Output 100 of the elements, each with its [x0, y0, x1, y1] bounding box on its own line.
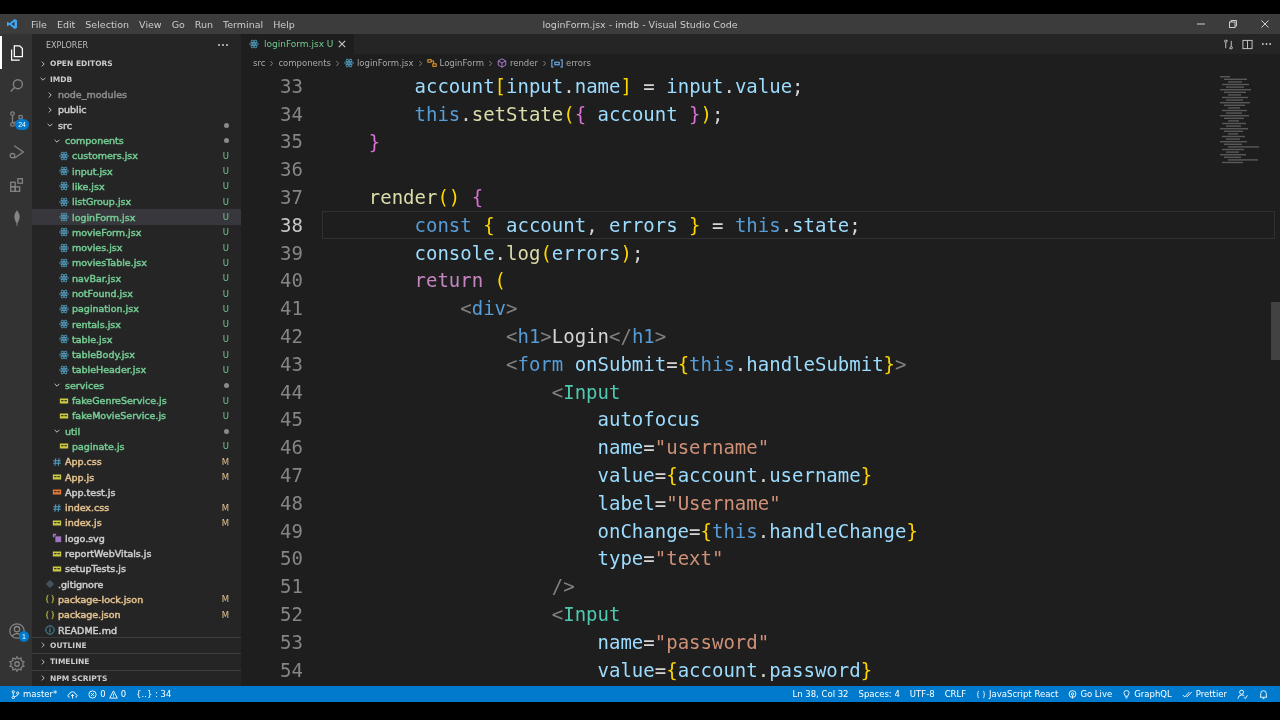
- tree-item[interactable]: pagination.jsx U: [32, 301, 241, 317]
- breadcrumb-item[interactable]: loginForm.jsx: [342, 58, 415, 68]
- tree-item[interactable]: navBar.jsx U: [32, 270, 241, 286]
- tree-item[interactable]: index.js M: [32, 515, 241, 531]
- tree-item[interactable]: package.json M: [32, 607, 241, 623]
- menu-item[interactable]: View: [134, 14, 167, 34]
- branch-button[interactable]: master*: [6, 686, 63, 702]
- line-number: 51: [279, 575, 303, 598]
- menu-item[interactable]: Help: [268, 14, 300, 34]
- close-icon[interactable]: [338, 40, 347, 48]
- tree-item[interactable]: src: [32, 117, 241, 133]
- status-item[interactable]: JavaScript React: [971, 686, 1064, 702]
- line-number: 46: [279, 436, 303, 459]
- scrollbar-thumb[interactable]: [1271, 302, 1280, 360]
- tree-item[interactable]: tableHeader.jsx U: [32, 362, 241, 378]
- compare-icon[interactable]: [1223, 38, 1234, 50]
- tree-item[interactable]: paginate.js U: [32, 438, 241, 455]
- bulb-icon: [1122, 689, 1132, 699]
- line-number: 41: [279, 297, 303, 320]
- close-icon[interactable]: [1260, 19, 1270, 29]
- menu-item[interactable]: Edit: [51, 14, 81, 34]
- status-item[interactable]: Spaces: 4: [853, 686, 905, 702]
- double-check-icon: [1181, 689, 1193, 699]
- tree-item[interactable]: setupTests.js: [32, 561, 241, 577]
- braces-icon: [45, 609, 55, 620]
- tree-item[interactable]: moviesTable.jsx U: [32, 255, 241, 271]
- tree-item[interactable]: public: [32, 102, 241, 118]
- status-item[interactable]: GraphQL: [1117, 686, 1177, 702]
- restore-icon[interactable]: [1228, 19, 1238, 29]
- menu-item[interactable]: Run: [189, 14, 219, 34]
- tree-item[interactable]: reportWebVitals.js: [32, 545, 241, 562]
- file-name: tableBody.jsx: [72, 349, 135, 361]
- tree-item[interactable]: node_modules: [32, 87, 241, 103]
- tree-item[interactable]: index.css M: [32, 500, 241, 516]
- code-line: label="Username": [596, 490, 782, 516]
- git-status-letter: U: [222, 395, 229, 406]
- git-status-letter: U: [222, 319, 229, 330]
- git-status-letter: U: [222, 257, 229, 268]
- react-file-icon: [59, 242, 69, 253]
- status-item[interactable]: UTF-8: [904, 686, 940, 702]
- react-file-icon: [59, 273, 69, 284]
- code-line: console.log(errors);: [413, 240, 645, 266]
- git-status-letter: U: [222, 242, 229, 253]
- tree-item[interactable]: App.test.js: [32, 484, 241, 500]
- tree-item[interactable]: customers.jsx U: [32, 148, 241, 164]
- extensions-icon: [8, 175, 26, 194]
- breadcrumb-item[interactable]: src: [252, 58, 267, 68]
- menu-item[interactable]: File: [26, 14, 52, 34]
- tree-item[interactable]: input.jsx U: [32, 163, 241, 179]
- tree-item[interactable]: notFound.jsx U: [32, 285, 241, 302]
- editor-tab[interactable]: loginForm.jsx U: [241, 34, 355, 54]
- tree-item[interactable]: package-lock.json M: [32, 591, 241, 608]
- tree-item[interactable]: components: [32, 132, 241, 149]
- status-item[interactable]: {..} : 34: [131, 686, 177, 702]
- status-item[interactable]: CRLF: [939, 686, 972, 702]
- tree-item[interactable]: movieForm.jsx U: [32, 224, 241, 240]
- git-status-letter: U: [222, 181, 229, 192]
- tree-item[interactable]: App.js M: [32, 469, 241, 485]
- tree-item[interactable]: listGroup.jsx U: [32, 194, 241, 210]
- code-line: <Input: [550, 379, 622, 405]
- tree-item[interactable]: rentals.jsx U: [32, 316, 241, 332]
- code-line: this.setState({ account });: [413, 101, 725, 127]
- menu-item[interactable]: Go: [166, 14, 190, 34]
- tree-item[interactable]: tableBody.jsx U: [32, 347, 241, 363]
- menu-item[interactable]: Selection: [80, 14, 135, 34]
- menu-item[interactable]: Terminal: [218, 14, 269, 34]
- file-name: table.jsx: [72, 333, 113, 345]
- tree-item[interactable]: README.md: [32, 622, 241, 637]
- tree-item[interactable]: services: [32, 377, 241, 393]
- status-item[interactable]: Ln 38, Col 32: [787, 686, 854, 702]
- tree-item[interactable]: table.jsx U: [32, 331, 241, 348]
- file-name: fakeMovieService.js: [72, 410, 166, 422]
- file-name: components: [65, 135, 124, 147]
- breadcrumb-item[interactable]: LoginForm: [425, 58, 485, 68]
- tree-item[interactable]: loginForm.jsx U: [32, 209, 241, 225]
- tree-item[interactable]: logo.svg: [32, 530, 241, 546]
- more-icon[interactable]: [217, 43, 229, 47]
- status-item[interactable]: Prettier: [1176, 686, 1232, 702]
- breadcrumb-item[interactable]: render: [495, 58, 539, 68]
- breadcrumb-item[interactable]: errors: [549, 58, 592, 68]
- split-editor-icon[interactable]: [1242, 38, 1253, 50]
- tree-item[interactable]: movies.jsx U: [32, 239, 241, 256]
- status-item[interactable]: Go Live: [1063, 686, 1118, 702]
- breadcrumb-item[interactable]: components: [277, 58, 332, 68]
- git-status-letter: U: [222, 334, 229, 345]
- problems-button[interactable]: 0 0: [83, 686, 132, 702]
- tree-item[interactable]: .gitignore: [32, 576, 241, 592]
- feedback-icon: [1237, 688, 1248, 700]
- git-status-letter: M: [221, 502, 229, 513]
- file-name: input.jsx: [72, 165, 113, 177]
- file-name: package.json: [58, 609, 121, 621]
- tree-item[interactable]: App.css M: [32, 454, 241, 470]
- git-status-letter: U: [222, 303, 229, 314]
- tree-item[interactable]: like.jsx U: [32, 178, 241, 195]
- more-icon[interactable]: [1261, 42, 1272, 46]
- react-file-icon: [59, 349, 69, 360]
- file-name: navBar.jsx: [72, 272, 122, 284]
- tree-item[interactable]: fakeMovieService.js U: [32, 408, 241, 424]
- tree-item[interactable]: util: [32, 423, 241, 439]
- tree-item[interactable]: fakeGenreService.js U: [32, 392, 241, 409]
